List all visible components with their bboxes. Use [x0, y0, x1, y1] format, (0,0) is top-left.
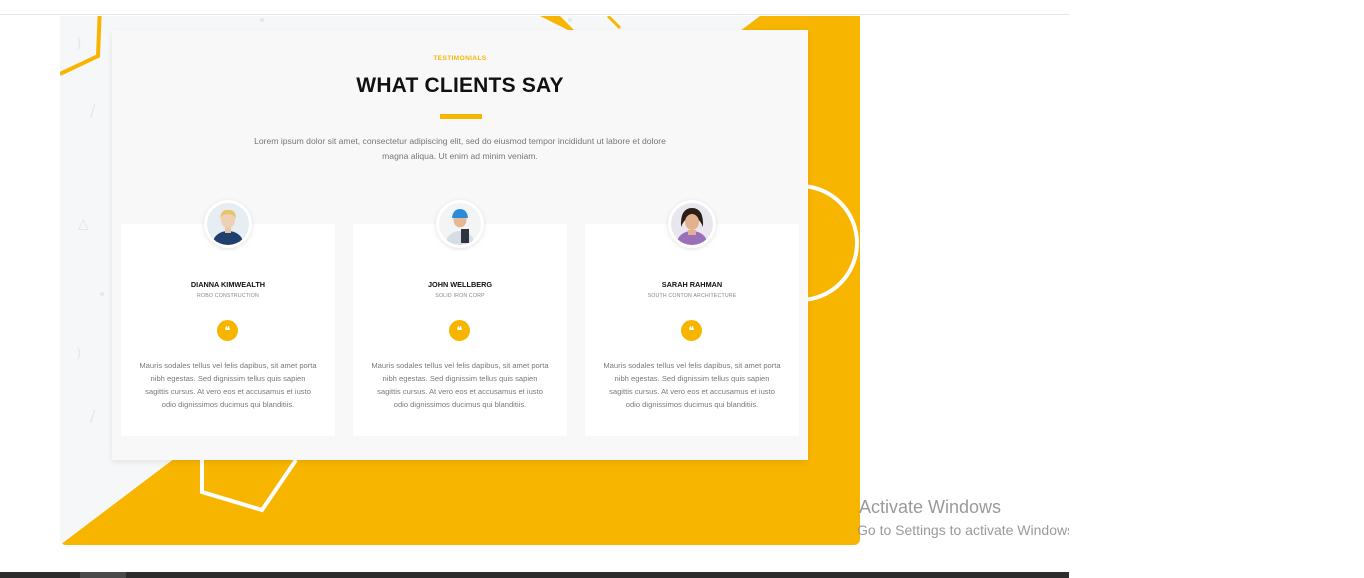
section-heading: WHAT CLIENTS SAY	[356, 74, 564, 97]
section-kicker: TESTIMONIALS	[433, 55, 487, 62]
testimonial-text: Mauris sodales tellus vel felis dapibus,…	[139, 361, 317, 409]
activation-watermark: Activate Windows Go to Settings to activ…	[858, 497, 1069, 547]
quote-icon: ❝	[681, 320, 702, 341]
avatar	[436, 200, 484, 248]
client-company: ROBO CONSTRUCTION	[197, 293, 259, 299]
quote-icon: ❝	[217, 320, 238, 341]
client-company: SOLID IRON CORP	[435, 293, 485, 299]
svg-text:△: △	[78, 216, 89, 232]
top-divider	[0, 14, 1069, 15]
svg-text:): )	[76, 36, 81, 52]
svg-text:): )	[76, 346, 81, 362]
testimonial-text: Mauris sodales tellus vel felis dapibus,…	[371, 361, 549, 409]
section-intro: Lorem ipsum dolor sit amet, consectetur …	[254, 136, 666, 161]
testimonial-text: Mauris sodales tellus vel felis dapibus,…	[603, 361, 781, 409]
testimonial-card: JOHN WELLBERG SOLID IRON CORP ❝ Mauris s…	[353, 200, 567, 436]
watermark-title: Activate Windows	[859, 497, 1002, 517]
quote-icon: ❝	[449, 320, 470, 341]
testimonials-panel: TESTIMONIALS WHAT CLIENTS SAY Lorem ipsu…	[112, 30, 808, 460]
avatar	[668, 200, 716, 248]
testimonial-card: DIANNA KIMWEALTH ROBO CONSTRUCTION ❝ Mau…	[121, 200, 335, 436]
client-name: JOHN WELLBERG	[427, 280, 493, 289]
svg-text:/: /	[90, 101, 96, 120]
taskbar-button[interactable]	[80, 572, 126, 578]
client-name: SARAH RAHMAN	[661, 280, 723, 289]
taskbar	[0, 572, 1069, 578]
avatar	[204, 200, 252, 248]
client-company: SOUTH CONTON ARCHITECTURE	[647, 293, 737, 299]
svg-text:/: /	[90, 406, 96, 425]
heading-underline	[440, 114, 482, 119]
watermark-subtitle: Go to Settings to activate Windows.	[858, 522, 1069, 538]
client-name: DIANNA KIMWEALTH	[190, 280, 266, 289]
testimonial-card: SARAH RAHMAN SOUTH CONTON ARCHITECTURE ❝…	[585, 200, 799, 436]
